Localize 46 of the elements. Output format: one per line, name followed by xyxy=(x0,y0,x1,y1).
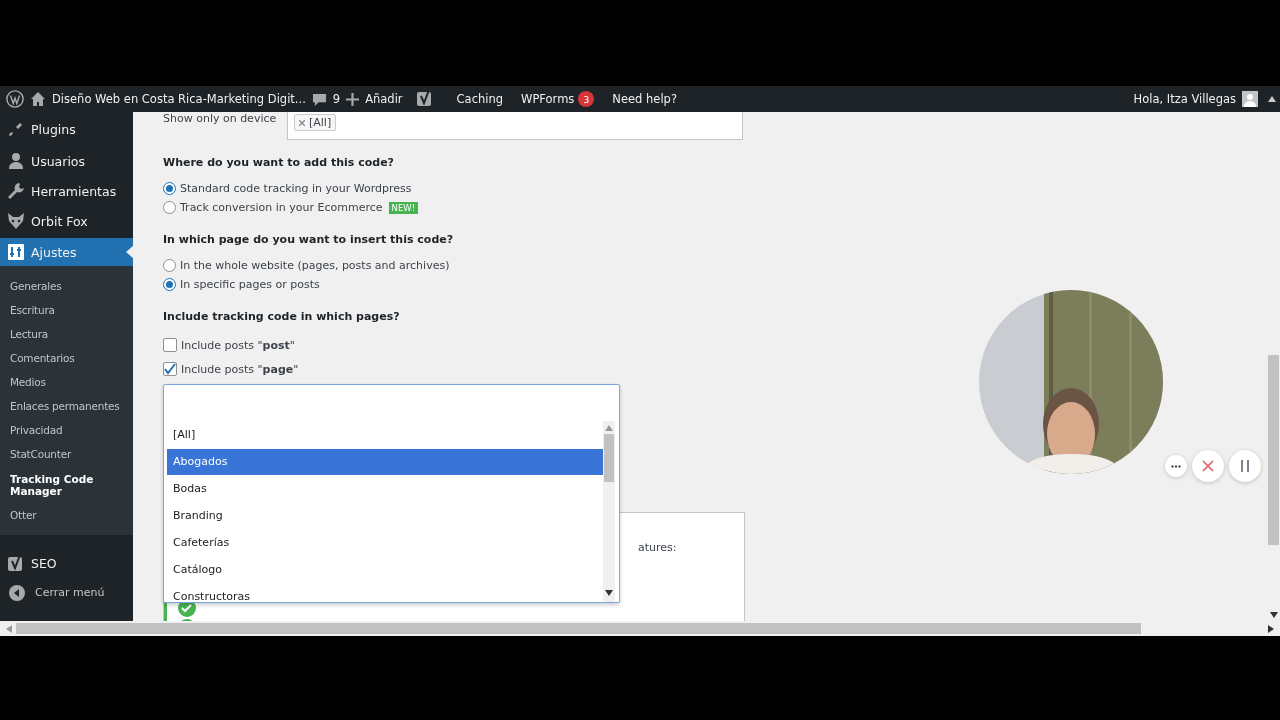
site-title-link[interactable]: Diseño Web en Costa Rica-Marketing Digit... xyxy=(52,92,306,106)
option-label[interactable]: Track conversion in your Ecommerce xyxy=(180,201,383,214)
menu-item[interactable]: Herramientas xyxy=(0,176,133,206)
account-link[interactable]: Hola, Itza Villegas xyxy=(1133,92,1236,106)
option-label[interactable]: Include posts "page" xyxy=(181,362,299,376)
dropdown-option[interactable]: Abogados xyxy=(167,449,603,475)
menu-item[interactable]: Orbit Fox xyxy=(0,206,133,236)
submenu-item[interactable]: Tracking Code Manager xyxy=(0,466,133,503)
selected-tag[interactable]: [All] xyxy=(294,114,337,131)
collapse-menu-button[interactable]: Cerrar menú xyxy=(0,578,133,601)
admin-bar-link[interactable]: Need help? xyxy=(612,92,677,106)
submenu-item[interactable]: Enlaces permanentes xyxy=(0,394,133,419)
admin-bar-link[interactable]: WPForms xyxy=(521,92,575,106)
option-label[interactable]: In specific pages or posts xyxy=(180,278,320,291)
admin-bar-link[interactable]: Caching xyxy=(456,92,504,106)
submenu-item[interactable]: Otter xyxy=(0,502,133,527)
dropdown-option[interactable]: Bodas xyxy=(167,476,603,502)
submenu-item[interactable]: Generales xyxy=(0,274,133,299)
new-link[interactable]: Añadir xyxy=(365,92,403,106)
submenu-item[interactable]: Privacidad xyxy=(0,418,133,443)
dropdown-option[interactable]: [All] xyxy=(167,422,603,448)
submenu-item[interactable]: Comentarios xyxy=(0,346,133,371)
dropdown-option[interactable]: Branding xyxy=(167,503,603,529)
dropdown-option[interactable]: Cafeterías xyxy=(167,530,603,556)
section-heading: Where do you want to add this code? xyxy=(163,156,395,169)
menu-item[interactable]: Ajustes xyxy=(0,238,133,266)
submenu-item[interactable]: StatCounter xyxy=(0,442,133,467)
dropdown-option[interactable]: Catálogo xyxy=(167,557,603,583)
submenu-item[interactable]: Lectura xyxy=(0,322,133,347)
option-label[interactable]: Standard code tracking in your Wordpress xyxy=(180,182,412,195)
menu-item[interactable]: Usuarios xyxy=(0,146,133,176)
menu-item[interactable]: SEO xyxy=(0,548,133,579)
device-select-field[interactable]: [All] xyxy=(287,112,743,140)
section-heading: In which page do you want to insert this code? xyxy=(163,233,455,246)
submenu-item[interactable]: Escritura xyxy=(0,298,133,323)
dropdown-option[interactable]: Constructoras xyxy=(167,584,603,602)
field-label: Show only on device xyxy=(163,112,277,124)
option-label[interactable]: Include posts "post" xyxy=(181,338,295,352)
notification-count: 3 xyxy=(578,91,595,107)
option-label[interactable]: In the whole website (pages, posts and archives) xyxy=(180,259,450,272)
card-text: atures: xyxy=(638,541,677,554)
comment-count[interactable]: 9 xyxy=(332,92,341,106)
submenu-item[interactable]: Medios xyxy=(0,370,133,395)
section-heading: Include tracking code in which pages? xyxy=(163,310,401,323)
menu-item[interactable]: Plugins xyxy=(0,112,133,146)
new-badge: NEW! xyxy=(388,201,419,214)
